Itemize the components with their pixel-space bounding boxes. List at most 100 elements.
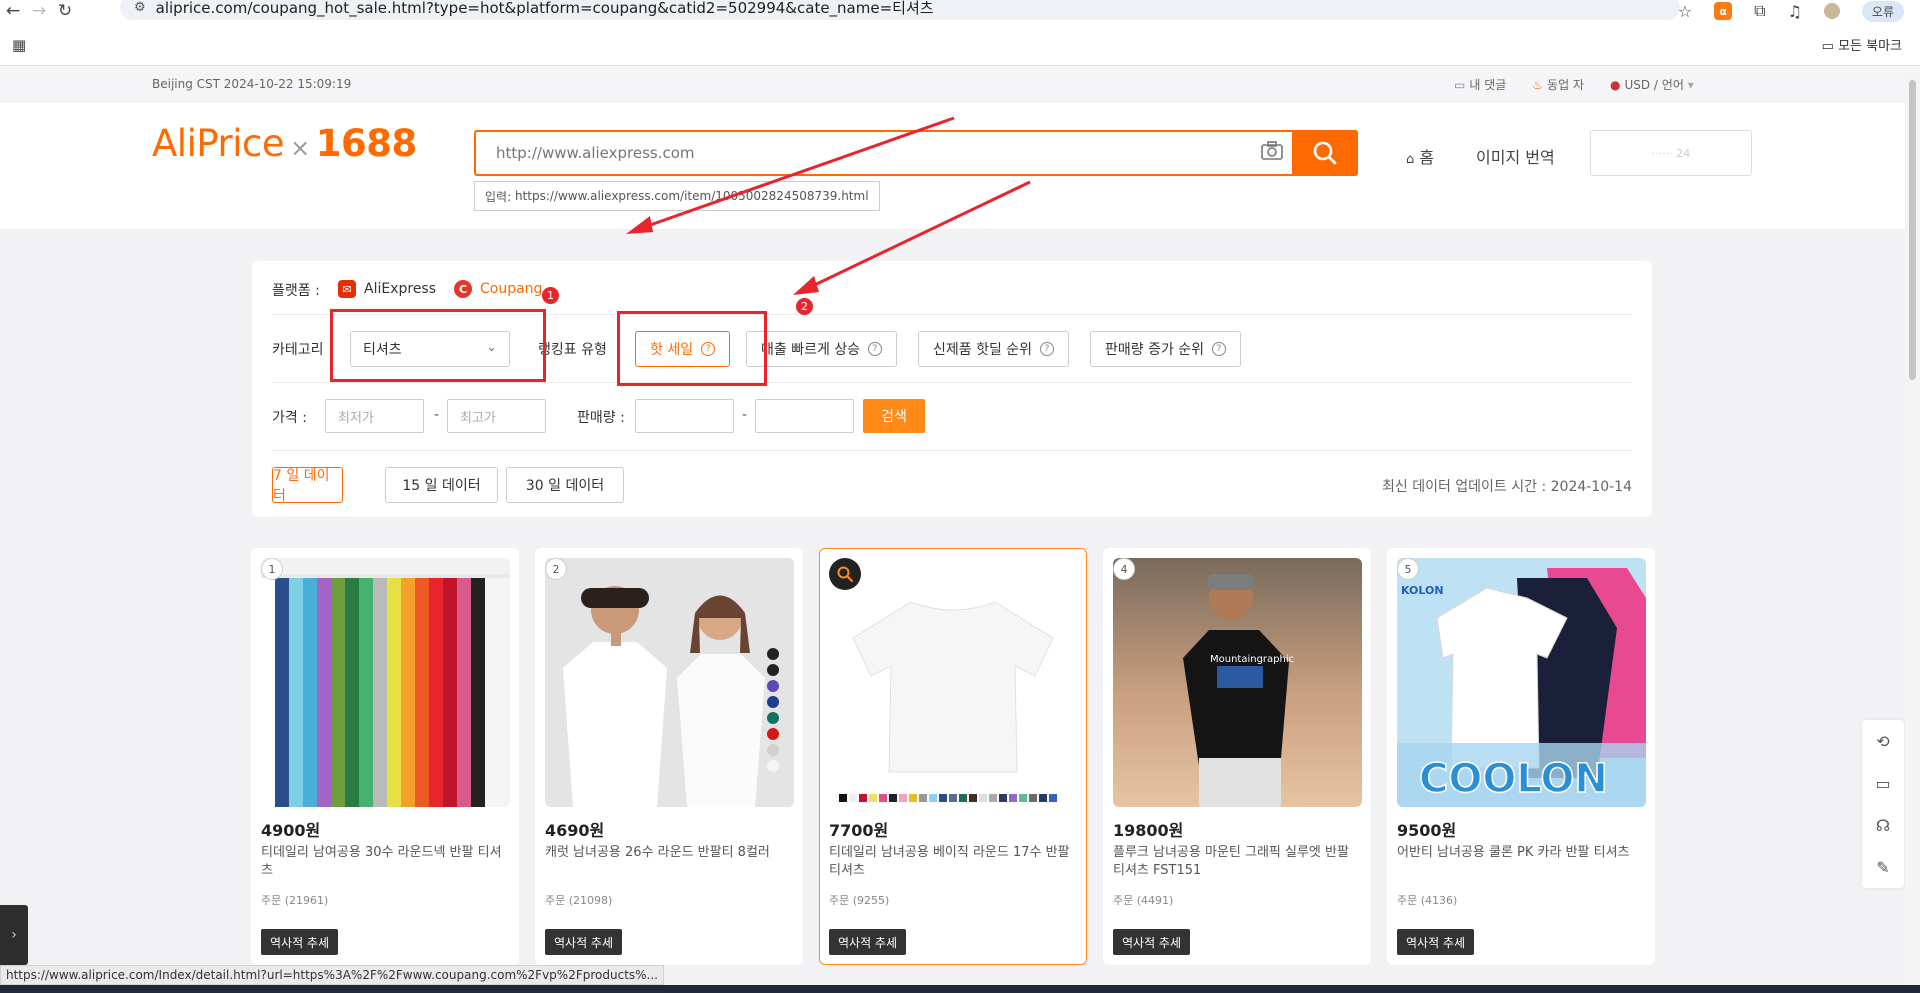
history-trend-button[interactable]: 역사적 추세	[1113, 929, 1191, 955]
product-image[interactable]: COOLON KOLON	[1397, 558, 1646, 807]
home-icon: ⌂	[1406, 152, 1415, 167]
reload-icon[interactable]: ↻	[52, 0, 78, 22]
timezone-clock: Beijing CST 2024-10-22 15:09:19	[152, 77, 352, 91]
address-bar[interactable]: ⚙ aliprice.com/coupang_hot_sale.html?typ…	[120, 0, 1680, 20]
browser-toolbar: ← → ↻ ⚙ aliprice.com/coupang_hot_sale.ht…	[0, 0, 1920, 22]
nav-home-link[interactable]: ⌂ 홈	[1406, 144, 1434, 168]
aliprice-logo[interactable]: AliPrice × 1688	[152, 122, 417, 165]
day-7-button[interactable]: 7 일 데이터	[272, 467, 343, 504]
media-icon[interactable]: ♫	[1788, 2, 1802, 21]
product-title[interactable]: 티데일리 남녀공용 베이직 라운드 17수 반팔 티셔츠	[829, 844, 1079, 880]
bookmark-bar: ▦ ▭ 모든 북마크	[0, 22, 1920, 66]
rank-sales-growth-button[interactable]: 판매량 증가 순위?	[1090, 331, 1242, 367]
history-trend-button[interactable]: 역사적 추세	[261, 929, 339, 955]
day-30-button[interactable]: 30 일 데이터	[506, 467, 624, 503]
product-card[interactable]: 1 4900원 티데일리 남여공용 30수 라운드넥 반팔 티셔츠 주문 (21…	[251, 548, 519, 965]
rank-badge: 5	[1397, 558, 1419, 580]
divider	[272, 450, 1632, 451]
product-title[interactable]: 티데일리 남여공용 30수 라운드넥 반팔 티셔츠	[261, 844, 511, 880]
folder-icon: ▭	[1821, 39, 1834, 54]
camera-icon[interactable]	[1258, 140, 1286, 166]
my-reviews-link[interactable]: ▭ 내 댓글	[1454, 76, 1506, 93]
bookmark-star-icon[interactable]: ☆	[1678, 2, 1692, 21]
expand-panel-tab[interactable]: ›	[0, 905, 28, 965]
apps-grid-icon[interactable]: ▦	[12, 36, 26, 54]
product-card[interactable]: Mountaingraphic 4 19800원 플루크 남녀공용 마운틴 그래…	[1103, 548, 1371, 965]
product-image[interactable]	[261, 558, 510, 807]
sales-max-input[interactable]	[755, 399, 854, 433]
message-icon[interactable]: ▭	[1862, 762, 1904, 804]
platform-coupang[interactable]: C Coupang	[454, 280, 542, 298]
partner-link[interactable]: ♨ 동업 자	[1532, 76, 1584, 93]
price-label: 가격 :	[272, 410, 307, 426]
product-title[interactable]: 플루크 남녀공용 마운틴 그래픽 실루엣 반팔 티셔츠 FST151	[1113, 844, 1363, 880]
zoom-search-icon[interactable]	[829, 558, 861, 590]
platform-aliexpress[interactable]: ✉ AliExpress	[338, 280, 436, 298]
annotation-box-category	[330, 309, 546, 382]
divider	[272, 382, 1632, 383]
rank-badge: 4	[1113, 558, 1135, 580]
search-input[interactable]	[476, 132, 1266, 174]
back-icon[interactable]: ←	[0, 0, 26, 22]
help-icon[interactable]: ?	[1212, 342, 1227, 356]
range-separator: -	[742, 407, 748, 423]
product-image[interactable]	[829, 558, 1078, 807]
product-price: 9500원	[1397, 821, 1457, 840]
rank-type-label: 랭킹표 유형	[538, 342, 607, 358]
nav-image-translate-link[interactable]: 이미지 번역	[1476, 144, 1555, 168]
all-bookmarks-button[interactable]: ▭ 모든 북마크	[1822, 35, 1902, 54]
scrollbar-thumb[interactable]	[1909, 80, 1916, 380]
product-price: 4690원	[545, 821, 605, 840]
sales-min-input[interactable]	[635, 399, 734, 433]
aliprice-extension-icon[interactable]: α	[1714, 2, 1733, 20]
history-trend-button[interactable]: 역사적 추세	[829, 929, 907, 955]
chevron-down-icon: ▾	[1687, 78, 1694, 92]
help-icon[interactable]: ?	[868, 342, 883, 356]
product-card[interactable]: 7700원 티데일리 남녀공용 베이직 라운드 17수 반팔 티셔츠 주문 (9…	[819, 548, 1087, 965]
platform-label: 플랫폼 :	[272, 283, 320, 299]
rank-new-product-button[interactable]: 신제품 핫딜 순위?	[918, 331, 1070, 367]
status-bar-url: https://www.aliprice.com/Index/detail.ht…	[0, 965, 664, 985]
extensions-icon[interactable]: ⧉	[1754, 1, 1765, 21]
search-button[interactable]	[1292, 130, 1358, 176]
product-title[interactable]: 캐럿 남녀공용 26수 라운드 반팔티 8컬러	[545, 844, 795, 862]
price-max-input[interactable]: 최고가	[447, 399, 546, 433]
product-card[interactable]: COOLON KOLON 5 9500원 어반티 남녀공용 쿨론 PK 카라 반…	[1387, 548, 1655, 965]
support-icon[interactable]: ☊	[1862, 804, 1904, 846]
avatar[interactable]	[1823, 3, 1840, 19]
edit-icon[interactable]: ✎	[1862, 846, 1904, 888]
user-account-box[interactable]: ······ 24	[1590, 130, 1752, 176]
money-bag-icon: ♨	[1532, 78, 1544, 92]
annotation-badge-1: 1	[542, 287, 559, 304]
page-scrollbar[interactable]	[1905, 66, 1920, 993]
product-orders: 주문 (21961)	[261, 894, 329, 907]
coupang-icon: C	[454, 280, 472, 298]
aliexpress-icon: ✉	[338, 280, 356, 298]
comment-icon: ▭	[1454, 78, 1466, 92]
history-icon[interactable]: ⟲	[1862, 720, 1904, 762]
filter-panel: 플랫폼 : ✉ AliExpress C Coupang 카테고리 티셔츠 ⌄ 랭킹…	[252, 261, 1652, 517]
site-header: AliPrice×1688 입력: https://www.aliexpress…	[0, 102, 1905, 230]
profile-error-button[interactable]: 오류	[1861, 0, 1904, 22]
site-info-icon[interactable]: ⚙	[134, 0, 146, 15]
price-min-input[interactable]: 최저가	[325, 399, 424, 433]
coolon-text: COOLON	[1419, 756, 1608, 802]
product-price: 4900원	[261, 821, 321, 840]
product-title[interactable]: 어반티 남녀공용 쿨론 PK 카라 반팔 티셔츠	[1397, 844, 1647, 862]
help-icon[interactable]: ?	[1040, 342, 1055, 356]
product-card[interactable]: 2 4690원 캐럿 남녀공용 26수 라운드 반팔티 8컬러 주문 (2109…	[535, 548, 803, 965]
product-image[interactable]	[545, 558, 794, 807]
sales-label: 판매량 :	[577, 410, 625, 426]
filter-search-button[interactable]: 검색	[863, 399, 925, 433]
brand-badge-text: KOLON	[1401, 584, 1444, 597]
day-15-button[interactable]: 15 일 데이터	[385, 467, 498, 503]
forward-icon[interactable]: →	[26, 0, 52, 22]
rank-fast-rising-button[interactable]: 매출 빠르게 상승?	[746, 331, 898, 367]
history-trend-button[interactable]: 역사적 추세	[545, 929, 623, 955]
tee-graphic-text: Mountaingraphic	[1210, 654, 1294, 665]
history-trend-button[interactable]: 역사적 추세	[1397, 929, 1475, 955]
currency-language-selector[interactable]: ● USD / 언어 ▾	[1610, 76, 1694, 93]
rank-badge: 1	[261, 558, 283, 580]
range-separator: -	[434, 407, 440, 423]
product-image[interactable]: Mountaingraphic	[1113, 558, 1362, 807]
